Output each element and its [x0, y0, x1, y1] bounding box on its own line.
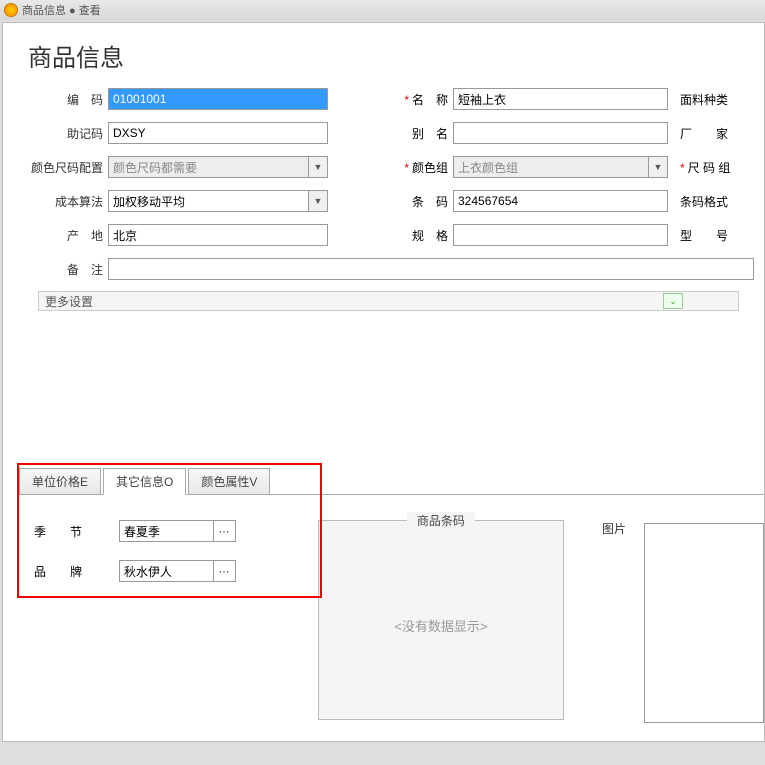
lookup-icon[interactable]: ⋯: [214, 560, 236, 582]
label-barcode: 条 码: [378, 193, 453, 210]
page-title: 商品信息: [3, 23, 764, 83]
dropdown-icon[interactable]: ▼: [308, 156, 328, 178]
input-colorgroup[interactable]: [453, 156, 648, 178]
label-factory: 厂 家: [668, 125, 728, 142]
label-model: 型 号: [668, 227, 728, 244]
label-spec: 规 格: [378, 227, 453, 244]
input-brand[interactable]: [119, 560, 214, 582]
dropdown-icon[interactable]: ▼: [648, 156, 668, 178]
combo-colorsize[interactable]: ▼: [108, 156, 328, 178]
tab-color-attr[interactable]: 颜色属性V: [188, 468, 270, 495]
input-code[interactable]: [108, 88, 328, 110]
input-mnemonic[interactable]: [108, 122, 328, 144]
lookup-icon[interactable]: ⋯: [214, 520, 236, 542]
nodata-text: <没有数据显示>: [319, 616, 563, 635]
label-material: 面料种类: [668, 91, 728, 108]
main-panel: 商品信息 编 码 *名 称 面料种类 助记码 别 名 厂 家 颜色尺码配置 ▼: [2, 22, 765, 742]
label-code: 编 码: [3, 91, 108, 108]
input-barcode[interactable]: [453, 190, 668, 212]
input-colorsize[interactable]: [108, 156, 308, 178]
tab-unit-price[interactable]: 单位价格E: [19, 468, 101, 495]
input-origin[interactable]: [108, 224, 328, 246]
label-cost: 成本算法: [3, 193, 108, 210]
input-alias[interactable]: [453, 122, 668, 144]
combo-colorgroup[interactable]: ▼: [453, 156, 668, 178]
more-settings-bar[interactable]: 更多设置 ⌄: [38, 291, 739, 311]
combo-cost[interactable]: ▼: [108, 190, 328, 212]
label-brand: 品 牌: [34, 563, 119, 580]
label-mnemonic: 助记码: [3, 125, 108, 142]
image-box[interactable]: [644, 523, 764, 723]
label-origin: 产 地: [3, 227, 108, 244]
label-image: 图片: [584, 520, 644, 537]
app-icon: [4, 3, 18, 17]
barcode-panel: 商品条码 <没有数据显示>: [318, 520, 564, 720]
label-sizegroup: *尺 码 组: [668, 159, 730, 176]
label-alias: 别 名: [378, 125, 453, 142]
label-colorsize: 颜色尺码配置: [3, 159, 108, 176]
input-remark[interactable]: [108, 258, 754, 280]
tabs-section: 单位价格E 其它信息O 颜色属性V 季 节 ⋯ 品 牌: [19, 468, 764, 723]
dropdown-icon[interactable]: ▼: [308, 190, 328, 212]
input-name[interactable]: [453, 88, 668, 110]
label-season: 季 节: [34, 523, 119, 540]
form-area: 编 码 *名 称 面料种类 助记码 别 名 厂 家 颜色尺码配置 ▼ *颜色组: [3, 83, 764, 285]
input-season[interactable]: [119, 520, 214, 542]
title-text: 商品信息 ● 查看: [22, 2, 101, 18]
panel-legend: 商品条码: [407, 512, 475, 529]
input-spec[interactable]: [453, 224, 668, 246]
label-remark: 备 注: [3, 261, 108, 278]
label-colorgroup: *颜色组: [378, 159, 453, 176]
label-barcodefmt: 条码格式: [668, 193, 728, 210]
expand-icon[interactable]: ⌄: [663, 293, 683, 309]
combo-season[interactable]: ⋯: [119, 520, 236, 542]
tab-other-info[interactable]: 其它信息O: [103, 468, 186, 495]
input-cost[interactable]: [108, 190, 308, 212]
combo-brand[interactable]: ⋯: [119, 560, 236, 582]
label-name: *名 称: [378, 91, 453, 108]
title-bar: 商品信息 ● 查看: [0, 0, 765, 20]
